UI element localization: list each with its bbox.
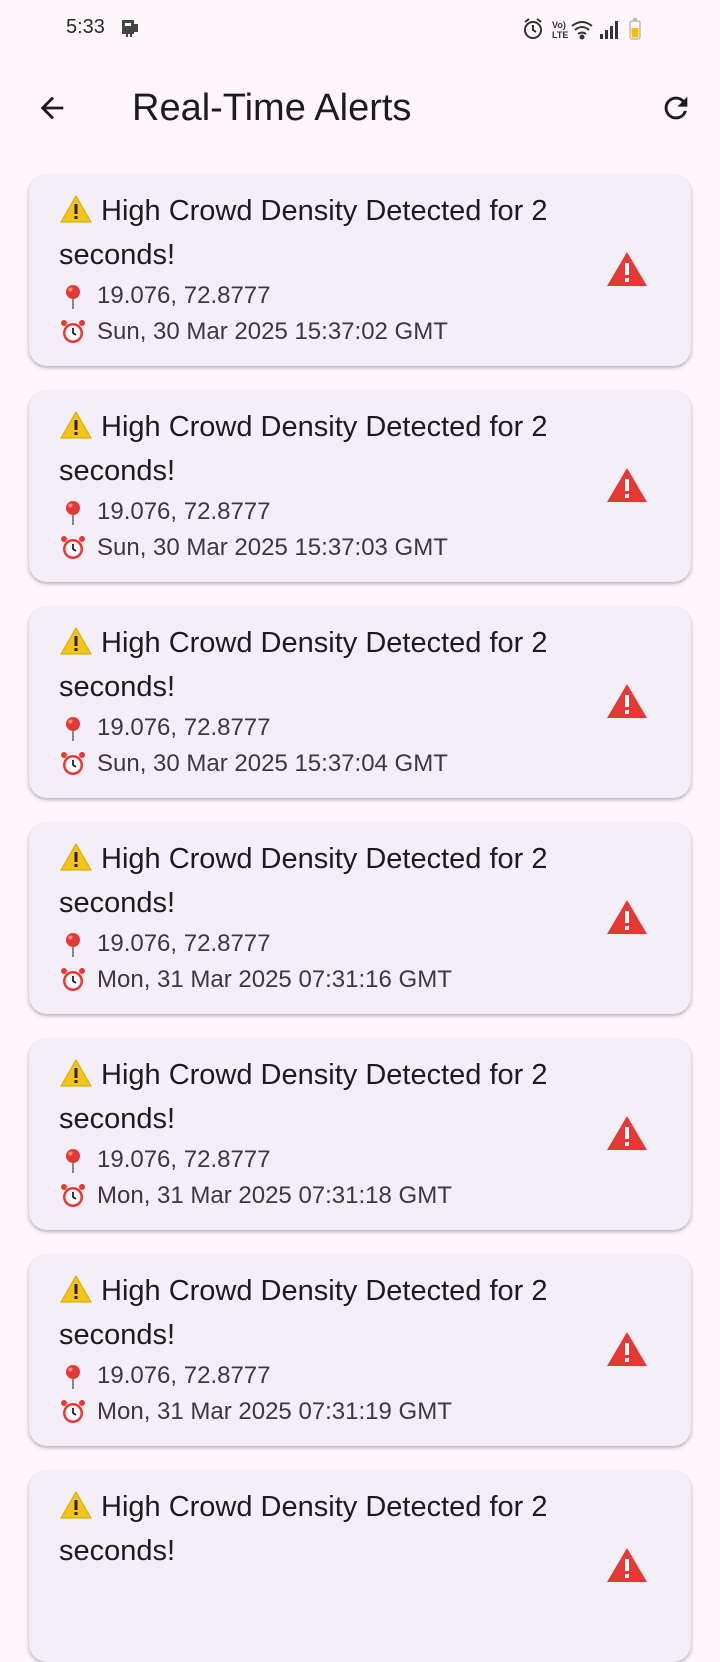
warning-icon xyxy=(60,626,92,655)
warning-icon xyxy=(607,1548,647,1582)
alert-location-text: 19.076, 72.8777 xyxy=(97,714,271,741)
alert-title: High Crowd Density Detected for 2 second… xyxy=(59,405,579,493)
alert-title-text: High Crowd Density Detected for 2 second… xyxy=(59,1059,548,1135)
svg-text:Vo): Vo) xyxy=(552,20,566,30)
alert-location: 19.076, 72.8777 xyxy=(59,1143,271,1177)
refresh-button[interactable] xyxy=(654,86,698,130)
warning-icon xyxy=(607,900,647,934)
alert-location-text: 19.076, 72.8777 xyxy=(97,498,271,525)
alert-timestamp: Mon, 31 Mar 2025 07:31:16 GMT xyxy=(59,963,452,997)
alert-title: High Crowd Density Detected for 2 second… xyxy=(59,621,579,709)
alarm-icon xyxy=(524,18,542,39)
alert-title-text: High Crowd Density Detected for 2 second… xyxy=(59,1275,548,1351)
warning-icon xyxy=(607,252,647,286)
status-time: 5:33 xyxy=(66,16,105,38)
alarm-clock-icon xyxy=(61,536,85,559)
notification-icon xyxy=(122,20,138,37)
alert-card[interactable]: High Crowd Density Detected for 2 second… xyxy=(29,1039,691,1230)
alarm-clock-icon xyxy=(61,1184,85,1207)
page-title: Real-Time Alerts xyxy=(132,87,412,129)
alert-title: High Crowd Density Detected for 2 second… xyxy=(59,1485,579,1573)
alert-title: High Crowd Density Detected for 2 second… xyxy=(59,837,579,925)
back-button[interactable] xyxy=(30,86,74,130)
alert-title-text: High Crowd Density Detected for 2 second… xyxy=(59,627,548,703)
warning-icon xyxy=(607,1116,647,1150)
alert-timestamp-text: Mon, 31 Mar 2025 07:31:18 GMT xyxy=(97,1182,452,1209)
svg-text:LTE: LTE xyxy=(552,30,568,40)
alert-card[interactable]: High Crowd Density Detected for 2 second… xyxy=(29,175,691,366)
alert-timestamp: Sun, 30 Mar 2025 15:37:02 GMT xyxy=(59,315,448,349)
alert-timestamp-text: Sun, 30 Mar 2025 15:37:03 GMT xyxy=(97,534,448,561)
app-bar: Real-Time Alerts xyxy=(0,58,720,158)
warning-icon xyxy=(60,410,92,439)
alert-location-text: 19.076, 72.8777 xyxy=(97,282,271,309)
alert-title-text: High Crowd Density Detected for 2 second… xyxy=(59,411,548,487)
alarm-clock-icon xyxy=(61,320,85,343)
alert-location: 19.076, 72.8777 xyxy=(59,279,271,313)
alert-title: High Crowd Density Detected for 2 second… xyxy=(59,1053,579,1141)
alert-timestamp-text: Sun, 30 Mar 2025 15:37:04 GMT xyxy=(97,750,448,777)
alert-timestamp-text: Sun, 30 Mar 2025 15:37:02 GMT xyxy=(97,318,448,345)
pin-icon xyxy=(66,933,80,957)
refresh-icon xyxy=(664,96,688,120)
warning-icon xyxy=(607,468,647,502)
alert-timestamp: Mon, 31 Mar 2025 07:31:19 GMT xyxy=(59,1395,452,1429)
alert-card[interactable]: High Crowd Density Detected for 2 second… xyxy=(29,391,691,582)
alert-timestamp: Mon, 31 Mar 2025 07:31:18 GMT xyxy=(59,1179,452,1213)
alert-location: 19.076, 72.8777 xyxy=(59,711,271,745)
alert-card[interactable]: High Crowd Density Detected for 2 second… xyxy=(29,607,691,798)
alert-location: 19.076, 72.8777 xyxy=(59,927,271,961)
alert-timestamp: Sun, 30 Mar 2025 15:37:04 GMT xyxy=(59,747,448,781)
alert-title-text: High Crowd Density Detected for 2 second… xyxy=(59,843,548,919)
pin-icon xyxy=(66,1365,80,1389)
volte-icon: Vo) LTE xyxy=(552,20,568,40)
pin-icon xyxy=(66,285,80,309)
alert-card[interactable]: High Crowd Density Detected for 2 second… xyxy=(29,823,691,1014)
warning-icon xyxy=(60,1058,92,1087)
alert-location: 19.076, 72.8777 xyxy=(59,495,271,529)
alarm-clock-icon xyxy=(61,1400,85,1423)
alert-timestamp: Sun, 30 Mar 2025 15:37:03 GMT xyxy=(59,531,448,565)
warning-icon xyxy=(607,1332,647,1366)
arrow-back-icon xyxy=(40,96,64,120)
alarm-clock-icon xyxy=(61,968,85,991)
alert-timestamp-text: Mon, 31 Mar 2025 07:31:19 GMT xyxy=(97,1398,452,1425)
status-bar: 5:33 Vo) LTE xyxy=(0,0,720,58)
alert-title-text: High Crowd Density Detected for 2 second… xyxy=(59,195,548,271)
alert-card[interactable]: High Crowd Density Detected for 2 second… xyxy=(29,1471,691,1662)
alert-location-text: 19.076, 72.8777 xyxy=(97,930,271,957)
alert-location: 19.076, 72.8777 xyxy=(59,1359,271,1393)
warning-icon xyxy=(607,684,647,718)
warning-icon xyxy=(60,194,92,223)
alarm-clock-icon xyxy=(61,752,85,775)
alert-location-text: 19.076, 72.8777 xyxy=(97,1146,271,1173)
pin-icon xyxy=(66,1149,80,1173)
alert-card[interactable]: High Crowd Density Detected for 2 second… xyxy=(29,1255,691,1446)
pin-icon xyxy=(66,501,80,525)
alert-title: High Crowd Density Detected for 2 second… xyxy=(59,189,579,277)
warning-icon xyxy=(60,1490,92,1519)
wifi-icon xyxy=(571,21,593,40)
alert-title: High Crowd Density Detected for 2 second… xyxy=(59,1269,579,1357)
status-icons: Vo) LTE xyxy=(524,18,641,40)
signal-icon xyxy=(600,21,618,39)
warning-icon xyxy=(60,842,92,871)
alert-location-text: 19.076, 72.8777 xyxy=(97,1362,271,1389)
alert-title-text: High Crowd Density Detected for 2 second… xyxy=(59,1491,548,1567)
pin-icon xyxy=(66,717,80,741)
battery-icon xyxy=(629,18,641,40)
warning-icon xyxy=(60,1274,92,1303)
alert-timestamp-text: Mon, 31 Mar 2025 07:31:16 GMT xyxy=(97,966,452,993)
